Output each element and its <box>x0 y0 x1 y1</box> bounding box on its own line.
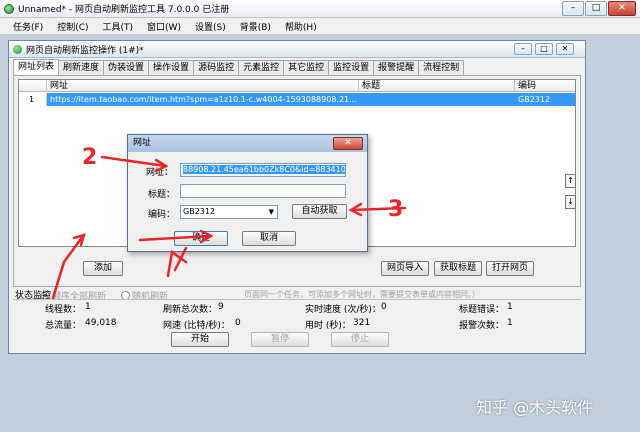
arrow-to-url-field <box>100 155 167 168</box>
arrow-to-ok <box>138 234 212 242</box>
annotation-mark <box>166 246 188 278</box>
annotation-number-2: 2 <box>82 145 97 170</box>
arrow-to-add <box>51 234 85 300</box>
watermark: 知乎 @木头软件 <box>476 398 594 417</box>
annotation-overlay: 2 3 <box>51 145 407 300</box>
